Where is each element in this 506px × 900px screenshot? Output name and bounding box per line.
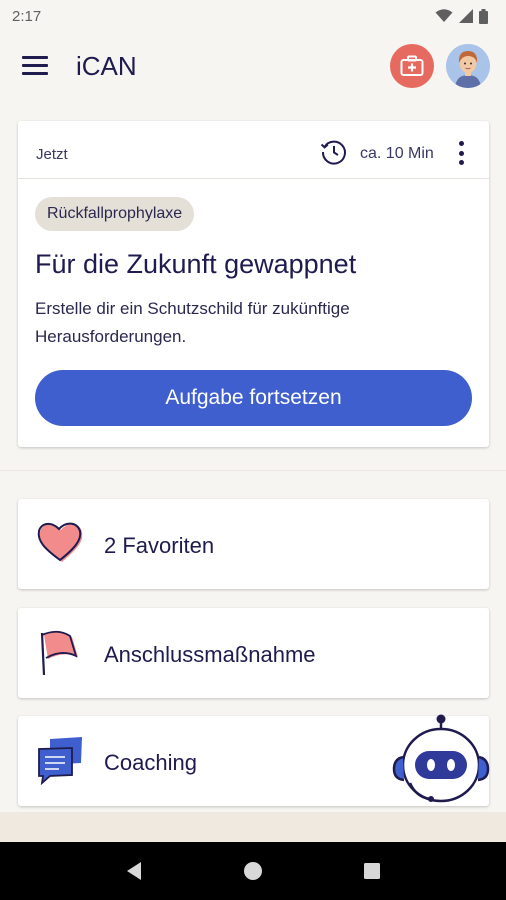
task-card-header: Jetzt ca. 10 Min (18, 121, 489, 179)
coaching-label: Coaching (104, 750, 197, 775)
status-icons (435, 8, 488, 24)
battery-icon (479, 8, 488, 24)
back-button[interactable] (119, 856, 149, 886)
task-duration: ca. 10 Min (360, 145, 434, 162)
favorites-item[interactable]: 2 Favoriten (18, 499, 489, 589)
chatbot-robot-icon[interactable] (390, 713, 492, 813)
menu-button[interactable] (22, 56, 48, 78)
category-chip: Rückfallprophylaxe (35, 197, 195, 231)
app-title: iCAN (76, 51, 137, 81)
task-card[interactable]: Jetzt ca. 10 Min Rückfallprophylaxe Für … (18, 121, 489, 447)
app-bar: iCAN (0, 36, 506, 100)
emergency-kit-button[interactable] (390, 44, 434, 88)
home-circle-icon (243, 862, 262, 880)
heart-icon (37, 522, 83, 562)
clock-history-icon (320, 140, 346, 165)
avatar-person-icon (446, 44, 490, 88)
avatar[interactable] (446, 44, 490, 88)
task-title: Für die Zukunft gewappnet (35, 249, 357, 279)
first-aid-kit-icon (400, 55, 424, 76)
task-description: Erstelle dir ein Schutzschild für zukünf… (35, 299, 350, 346)
recents-square-icon (363, 863, 380, 879)
flag-icon (40, 630, 78, 676)
system-navigation-bar (0, 842, 506, 900)
task-time: Jetzt (36, 146, 68, 163)
continue-task-button[interactable]: Aufgabe fortsetzen (35, 370, 472, 426)
more-vertical-icon (458, 141, 464, 146)
favorites-label: 2 Favoriten (104, 533, 215, 558)
decorative-ground (0, 812, 506, 842)
signal-icon (459, 9, 473, 23)
wifi-icon (435, 9, 453, 22)
recents-button[interactable] (357, 856, 387, 886)
back-triangle-icon (127, 862, 142, 880)
status-bar: 2:17 (0, 0, 506, 32)
menu-icon (22, 56, 48, 59)
home-button[interactable] (238, 856, 268, 886)
chat-bubbles-icon (38, 737, 82, 785)
follow-up-item[interactable]: Anschlussmaßnahme (18, 608, 489, 698)
status-time: 2:17 (12, 7, 42, 25)
more-options-button[interactable] (454, 139, 468, 167)
section-divider (0, 470, 506, 471)
follow-up-label: Anschlussmaßnahme (104, 642, 316, 667)
